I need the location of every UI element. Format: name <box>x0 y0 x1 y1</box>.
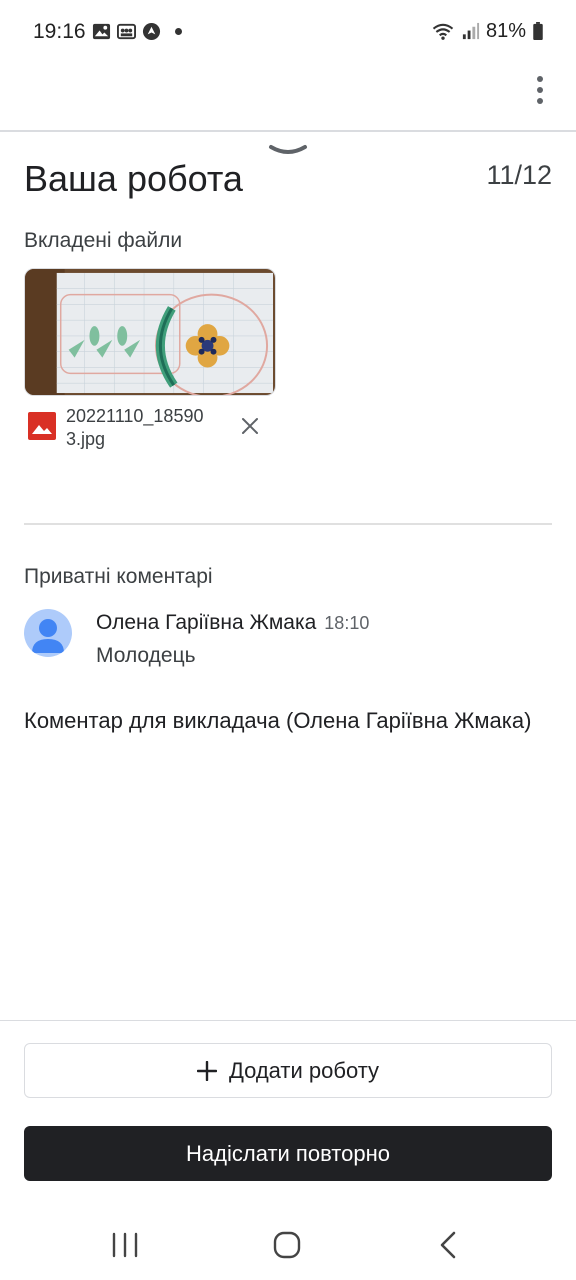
image-file-icon <box>28 412 56 440</box>
teacher-comment-input[interactable]: Коментар для викладача (Олена Гаріївна Ж… <box>24 706 544 735</box>
image-icon <box>92 23 111 40</box>
more-vert-icon <box>537 76 543 82</box>
avatar <box>24 609 72 657</box>
more-options-button[interactable] <box>526 74 554 106</box>
close-icon <box>242 418 258 434</box>
status-bar: 19:16 81% <box>0 0 576 64</box>
page-title: Ваша робота <box>24 158 243 199</box>
navigation-icon <box>142 22 161 41</box>
collapse-sheet-icon[interactable] <box>268 142 308 160</box>
appbar-divider <box>0 130 576 132</box>
plus-icon <box>196 1060 217 1081</box>
system-navigation-bar <box>0 1212 576 1280</box>
private-comments-heading: Приватні коментарі <box>24 565 213 588</box>
signal-icon <box>462 22 480 40</box>
attachment-preview-image <box>25 269 275 395</box>
person-icon <box>32 619 64 653</box>
battery-icon <box>533 22 543 41</box>
battery-percent: 81% <box>485 20 526 42</box>
resubmit-label: Надіслати повторно <box>186 1140 390 1166</box>
home-icon[interactable] <box>272 1230 302 1260</box>
status-time: 19:16 <box>33 20 86 43</box>
comment-author: Олена Гаріївна Жмака 18:10 <box>96 611 369 635</box>
assignment-submission-screen: 19:16 81% Ваша робота 11/12 Вкладені фай… <box>0 0 576 1280</box>
attached-files-heading: Вкладені файли <box>24 229 183 252</box>
submission-counter: 11/12 <box>486 160 552 190</box>
comment-author-name: Олена Гаріївна Жмака <box>96 611 317 634</box>
comment-timestamp: 18:10 <box>324 613 370 633</box>
add-work-button[interactable]: Додати роботу <box>24 1043 552 1098</box>
comment-text: Молодець <box>96 644 196 667</box>
wifi-icon <box>432 23 454 40</box>
bottom-divider <box>0 1020 576 1021</box>
back-icon[interactable] <box>436 1230 460 1260</box>
notification-icons <box>92 22 182 41</box>
more-notifications-dot <box>175 28 182 35</box>
add-work-label: Додати роботу <box>228 1057 380 1083</box>
attachment-file-name[interactable]: 20221110_185903.jpg <box>66 405 206 451</box>
system-indicators: 81% <box>431 20 544 43</box>
recent-apps-icon[interactable] <box>110 1232 140 1258</box>
attachment-thumbnail[interactable] <box>24 268 276 396</box>
section-divider <box>24 523 552 525</box>
gallery-icon <box>117 23 136 40</box>
resubmit-button[interactable]: Надіслати повторно <box>24 1126 552 1181</box>
remove-attachment-button[interactable] <box>236 412 264 440</box>
